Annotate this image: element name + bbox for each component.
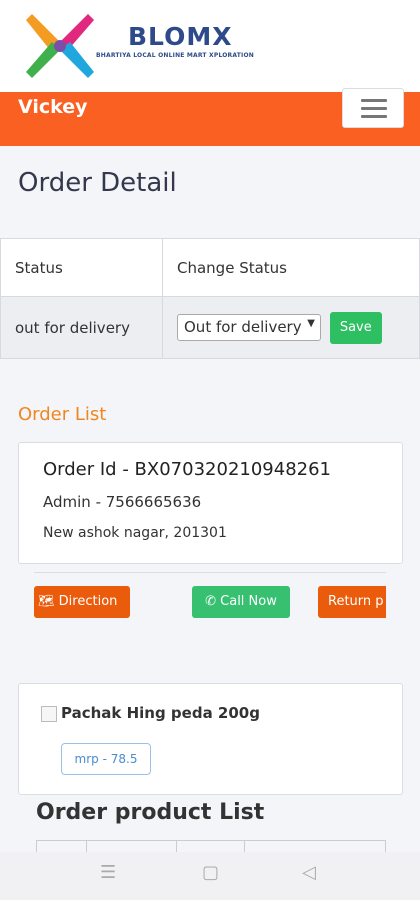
product-name: Pachak Hing peda 200g — [61, 704, 260, 722]
order-card: Order Id - BX070320210948261 Admin - 756… — [18, 442, 403, 564]
home-icon[interactable]: ▢ — [202, 862, 219, 883]
brand-name: BLOMX — [128, 22, 233, 51]
status-header: Status — [0, 238, 163, 297]
return-label: Return p — [328, 594, 384, 609]
hamburger-icon — [361, 99, 387, 102]
page-title: Order Detail — [18, 168, 177, 198]
broken-image-icon — [41, 706, 57, 722]
return-button[interactable]: Return p — [318, 586, 386, 618]
map-icon: 🗺 — [38, 594, 55, 609]
brand-header: BLOMX BHARTIYA LOCAL ONLINE MART XPLORAT… — [0, 0, 420, 92]
action-buttons-row: 🗺 Direction ✆ Call Now Return p — [34, 572, 386, 632]
call-now-button[interactable]: ✆ Call Now — [192, 586, 290, 618]
save-status-button[interactable]: Save — [329, 311, 382, 344]
status-select[interactable]: Out for delivery ▼ — [177, 314, 321, 341]
back-icon[interactable]: ◁ — [302, 862, 316, 883]
direction-button[interactable]: 🗺 Direction — [34, 586, 130, 618]
hamburger-icon — [361, 115, 387, 118]
product-card: Pachak Hing peda 200g mrp - 78.5 — [18, 683, 403, 795]
brand-tagline: BHARTIYA LOCAL ONLINE MART XPLORATION — [96, 52, 254, 59]
order-address: New ashok nagar, 201301 — [43, 525, 227, 541]
order-id: Order Id - BX070320210948261 — [43, 459, 332, 480]
change-status-cell: Out for delivery ▼ Save — [162, 296, 420, 359]
call-now-label: Call Now — [220, 594, 277, 609]
user-name: Vickey — [18, 96, 88, 118]
order-product-list-title: Order product List — [36, 800, 265, 825]
status-table: Status Change Status out for delivery Ou… — [0, 238, 420, 359]
recent-apps-icon[interactable]: ☰ — [100, 862, 116, 883]
current-status: out for delivery — [0, 296, 163, 359]
product-list-table — [36, 840, 386, 853]
phone-icon: ✆ — [205, 594, 217, 609]
change-status-header: Change Status — [162, 238, 420, 297]
top-navbar: Vickey — [0, 88, 420, 146]
menu-toggle-button[interactable] — [342, 88, 404, 128]
direction-label: Direction — [58, 594, 118, 609]
system-navigation-bar: ☰ ▢ ◁ — [0, 852, 420, 900]
status-select-value: Out for delivery — [184, 318, 302, 336]
blomx-logo-icon — [26, 14, 94, 78]
hamburger-icon — [361, 107, 387, 110]
order-customer: Admin - 7566665636 — [43, 493, 202, 511]
order-list-label: Order List — [18, 404, 107, 425]
dropdown-arrow-icon: ▼ — [307, 318, 315, 329]
divider — [34, 572, 386, 573]
mrp-badge: mrp - 78.5 — [61, 743, 151, 775]
